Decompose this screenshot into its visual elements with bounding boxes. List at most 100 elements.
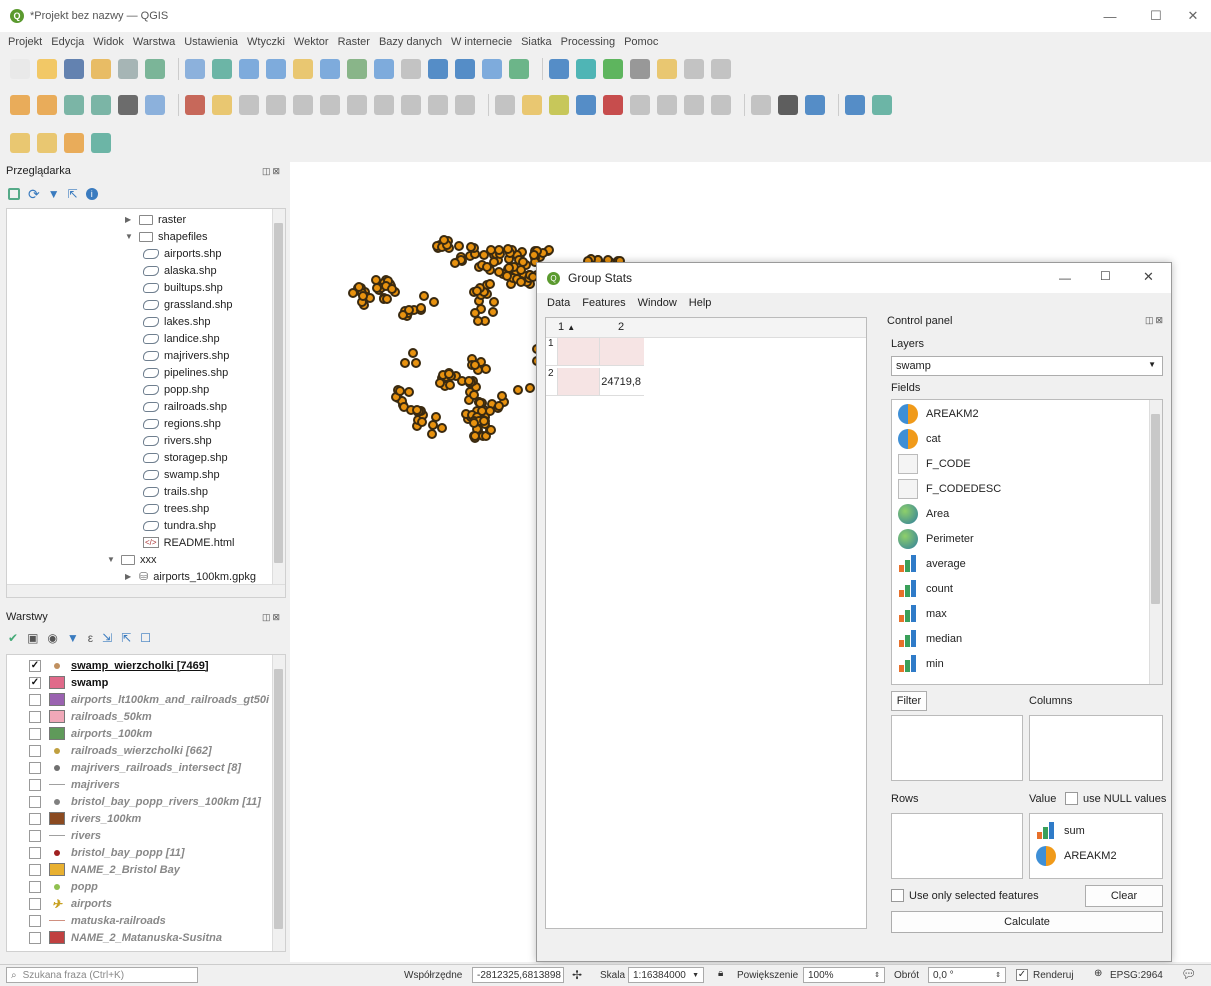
lock-icon[interactable]: 🔒︎: [718, 968, 723, 979]
extents-toggle-icon[interactable]: ✢: [572, 968, 582, 982]
show-bookmarks-icon[interactable]: [455, 59, 475, 79]
menu-pomoc[interactable]: Pomoc: [624, 36, 658, 48]
browser-item[interactable]: storagep.shp: [7, 449, 285, 466]
paste-icon[interactable]: [401, 95, 421, 115]
groupstats-close-button[interactable]: ✕: [1143, 269, 1154, 285]
show-label-icon[interactable]: [603, 95, 623, 115]
visibility-icon[interactable]: ◉: [47, 631, 57, 645]
layer-visibility-checkbox[interactable]: [29, 710, 41, 723]
python-icon[interactable]: [805, 95, 825, 115]
layer-visibility-checkbox[interactable]: [29, 778, 41, 791]
deselect-icon[interactable]: [64, 133, 84, 153]
columns-drop-area[interactable]: [1029, 715, 1163, 781]
layout-icon[interactable]: [91, 59, 111, 79]
browser-item[interactable]: alaska.shp: [7, 262, 285, 279]
layer-visibility-checkbox[interactable]: [29, 812, 41, 825]
redo-icon[interactable]: [455, 95, 475, 115]
browser-item[interactable]: regions.shp: [7, 415, 285, 432]
table-cell-value[interactable]: 24719,8: [600, 368, 644, 396]
print-icon[interactable]: [145, 59, 165, 79]
layer-item[interactable]: airports_100km: [7, 725, 285, 742]
label-pin-icon[interactable]: [751, 95, 771, 115]
browser-scrollbar[interactable]: [272, 209, 285, 585]
layer-item[interactable]: NAME_2_Bristol Bay: [7, 861, 285, 878]
label-tool-icon[interactable]: [711, 95, 731, 115]
locator-search-input[interactable]: ⌕ Szukana fraza (Ctrl+K): [6, 967, 198, 983]
table-cell[interactable]: [558, 338, 600, 366]
style-manager-icon[interactable]: [118, 59, 138, 79]
browser-item[interactable]: railroads.shp: [7, 398, 285, 415]
row-header-1[interactable]: 1: [546, 338, 558, 366]
open-project-icon[interactable]: [37, 59, 57, 79]
menu-edycja[interactable]: Edycja: [51, 36, 84, 48]
layer-item[interactable]: popp: [7, 878, 285, 895]
rows-drop-area[interactable]: [891, 813, 1023, 879]
change-label-icon[interactable]: [684, 95, 704, 115]
menu-wtyczki[interactable]: Wtyczki: [247, 36, 285, 48]
toggle-edit-icon[interactable]: [212, 95, 232, 115]
layers-scroll-thumb[interactable]: [274, 669, 283, 929]
add-raster-icon[interactable]: [37, 95, 57, 115]
info-icon[interactable]: i: [85, 188, 98, 200]
layer-item[interactable]: rivers_100km: [7, 810, 285, 827]
copy-icon[interactable]: [374, 95, 394, 115]
menu-bazy-danych[interactable]: Bazy danych: [379, 36, 442, 48]
browser-item[interactable]: majrivers.shp: [7, 347, 285, 364]
menu-widok[interactable]: Widok: [93, 36, 124, 48]
layer-visibility-checkbox[interactable]: [29, 795, 41, 808]
menu-projekt[interactable]: Projekt: [8, 36, 42, 48]
expanded-arrow-icon[interactable]: ▼: [107, 555, 121, 564]
layer-visibility-checkbox[interactable]: ✓: [29, 676, 41, 689]
collapse-all-icon[interactable]: ⇱: [68, 187, 78, 201]
undo-icon[interactable]: [428, 95, 448, 115]
menu-siatka[interactable]: Siatka: [521, 36, 552, 48]
zoom-layer-icon[interactable]: [320, 59, 340, 79]
new-bookmark-icon[interactable]: [428, 59, 448, 79]
field-item[interactable]: median: [892, 626, 1162, 651]
layer-visibility-checkbox[interactable]: [29, 914, 41, 927]
layer-visibility-checkbox[interactable]: [29, 693, 41, 706]
menu-w-internecie[interactable]: W internecie: [451, 36, 512, 48]
rotation-spinbox[interactable]: 0,0 ° ⇕: [928, 967, 1006, 983]
field-item[interactable]: Perimeter: [892, 526, 1162, 551]
table-cell[interactable]: [558, 368, 600, 396]
layer-visibility-checkbox[interactable]: ✓: [29, 659, 41, 672]
messages-icon[interactable]: 💬︎: [1181, 967, 1196, 981]
layer-item[interactable]: bristol_bay_popp_rivers_100km [11]: [7, 793, 285, 810]
layer-item[interactable]: matuska-railroads: [7, 912, 285, 929]
help-icon[interactable]: [845, 95, 865, 115]
layer-visibility-checkbox[interactable]: [29, 863, 41, 876]
filter-legend-icon[interactable]: ▼: [67, 631, 79, 645]
menu-wektor[interactable]: Wektor: [294, 36, 329, 48]
browser-item[interactable]: </> README.html: [7, 534, 285, 551]
select-location-icon[interactable]: [91, 133, 111, 153]
field-item[interactable]: F_CODEDESC: [892, 476, 1162, 501]
refresh-icon[interactable]: ⟳: [28, 186, 40, 203]
layer-visibility-checkbox[interactable]: [29, 846, 41, 859]
groupstats-maximize-button[interactable]: ☐: [1100, 269, 1111, 283]
zoom-in-icon[interactable]: [239, 59, 259, 79]
field-item[interactable]: max: [892, 601, 1162, 626]
layer-item[interactable]: bristol_bay_popp [11]: [7, 844, 285, 861]
panel-float-close-icon[interactable]: ◫⊠: [262, 166, 282, 177]
fields-scrollbar[interactable]: [1149, 400, 1162, 684]
menu-raster[interactable]: Raster: [338, 36, 370, 48]
browser-item[interactable]: pipelines.shp: [7, 364, 285, 381]
zoom-full-icon[interactable]: [293, 59, 313, 79]
annotation-icon[interactable]: [711, 59, 731, 79]
coordinate-field[interactable]: -2812325,6813898: [472, 967, 564, 983]
rotate-label-icon[interactable]: [657, 95, 677, 115]
menu-ustawienia[interactable]: Ustawienia: [184, 36, 238, 48]
layer-item[interactable]: ✓ swamp_wierzcholki [7469]: [7, 657, 285, 674]
use-selected-checkbox[interactable]: [891, 889, 904, 902]
browser-item[interactable]: popp.shp: [7, 381, 285, 398]
value-item[interactable]: AREAKM2: [1030, 843, 1162, 868]
field-calculator-icon[interactable]: [603, 59, 623, 79]
layer-item[interactable]: airports_lt100km_and_railroads_gt50i: [7, 691, 285, 708]
render-checkbox[interactable]: ✓: [1016, 969, 1028, 981]
add-layer-icon[interactable]: [8, 188, 20, 200]
minimize-button[interactable]: —: [1087, 0, 1133, 32]
layer-visibility-checkbox[interactable]: [29, 727, 41, 740]
result-table[interactable]: 1 ▲ 2 1 2 24719,8: [545, 317, 867, 929]
diagram-icon[interactable]: [549, 95, 569, 115]
